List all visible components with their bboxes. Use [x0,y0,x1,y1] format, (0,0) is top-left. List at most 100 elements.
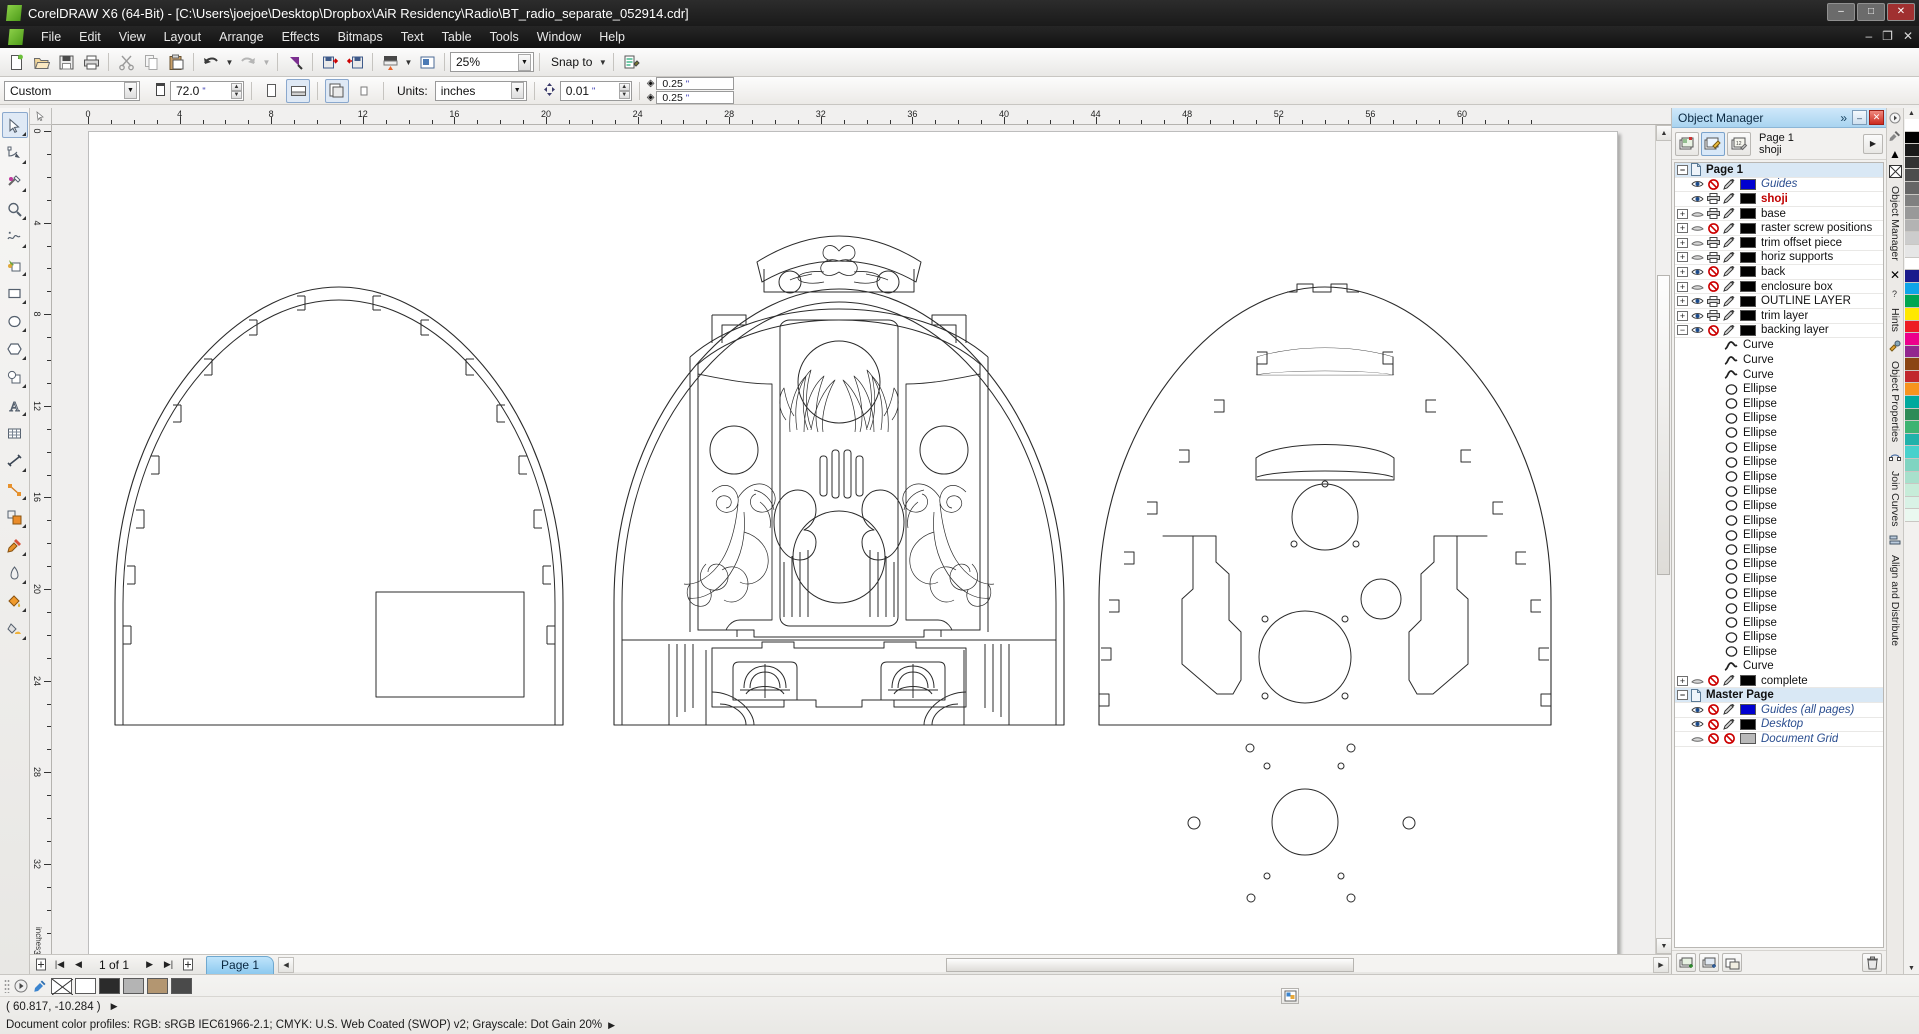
menu-help[interactable]: Help [590,28,634,46]
object-row[interactable]: Ellipse [1675,630,1883,645]
show-object-properties-button[interactable] [1675,131,1699,156]
paste-icon[interactable] [164,50,188,74]
dimension-tool[interactable] [2,448,28,474]
blend-tool[interactable] [2,504,28,530]
menu-arrange[interactable]: Arrange [210,28,272,46]
page-expand-toggle[interactable]: − [1677,164,1688,175]
palette-color-swatch[interactable] [1904,307,1919,321]
master-layer-row[interactable]: Document Grid [1675,732,1883,747]
palette-color-swatch[interactable] [1904,270,1919,283]
object-name[interactable]: Ellipse [1743,617,1777,629]
object-name[interactable]: Ellipse [1743,456,1777,468]
redo-icon[interactable] [236,50,260,74]
smart-fill-tool[interactable] [2,252,28,278]
edit-across-layers-button[interactable] [1701,131,1725,156]
layer-name[interactable]: backing layer [1761,324,1829,336]
add-page-after-button[interactable] [179,956,196,973]
layer-editable-icon[interactable] [1722,178,1737,190]
layer-color-swatch[interactable] [1740,251,1756,263]
docker-close-button[interactable]: ✕ [1869,110,1884,125]
palette-color-swatch[interactable] [1904,433,1919,447]
tab-object-properties[interactable]: Object Properties [1889,357,1901,446]
minimize-button[interactable]: – [1827,3,1855,21]
layer-color-swatch[interactable] [1740,193,1756,205]
scroll-left-button[interactable]: ◀ [278,956,295,973]
layer-editable-icon[interactable] [1722,208,1737,220]
object-name[interactable]: Ellipse [1743,588,1777,600]
layer-editable-icon[interactable] [1722,733,1737,745]
pick-tool[interactable] [1,112,28,138]
connector-tool[interactable] [2,476,28,502]
layer-editable-icon[interactable] [1722,295,1737,307]
docker-collapse-icon[interactable] [1888,110,1903,125]
layer-name[interactable]: Guides [1761,178,1797,190]
layer-visibility-icon[interactable] [1690,251,1705,263]
object-row[interactable]: Ellipse [1675,601,1883,616]
layer-color-swatch[interactable] [1740,324,1756,336]
layer-name[interactable]: back [1761,266,1785,278]
palette-color-swatch[interactable] [1904,370,1919,384]
layer-expand-toggle[interactable]: + [1677,223,1688,234]
color-eyedropper-tool[interactable] [2,532,28,558]
scroll-up-button[interactable]: ▲ [1656,125,1672,141]
layer-row[interactable]: + OUTLINE LAYER [1675,294,1883,309]
freehand-tool[interactable] [2,224,28,250]
docker-options-flyout-button[interactable]: ▶ [1863,133,1883,154]
object-row[interactable]: Ellipse [1675,557,1883,572]
object-name[interactable]: Ellipse [1743,529,1777,541]
layer-editable-icon[interactable] [1722,675,1737,687]
palette-color-swatch[interactable] [1904,333,1919,346]
object-name[interactable]: Ellipse [1743,471,1777,483]
shape-tool[interactable] [2,140,28,166]
horizontal-ruler[interactable]: 0 4 8 12 16 20 24 28 32 36 40 44 48 52 56 60 [52,108,1655,125]
page-preset-combo[interactable]: Custom ▼ [4,80,140,101]
layer-color-swatch[interactable] [1740,733,1756,745]
eyedropper-icon[interactable] [1888,128,1903,143]
layer-visibility-icon[interactable] [1690,193,1705,205]
object-name[interactable]: Ellipse [1743,602,1777,614]
layer-name[interactable]: Guides (all pages) [1761,704,1854,716]
object-name[interactable]: Ellipse [1743,485,1777,497]
basic-shapes-tool[interactable] [2,364,28,390]
document-close-button[interactable]: ✕ [1903,29,1913,43]
layer-name[interactable]: Document Grid [1761,733,1838,745]
layer-printable-icon[interactable] [1706,193,1721,205]
scroll-up-tab-icon[interactable]: ▲ [1888,146,1903,161]
palette-color-swatch[interactable] [1904,446,1919,460]
layer-editable-icon[interactable] [1722,237,1737,249]
save-document-icon[interactable] [54,50,78,74]
docker-expand-icon[interactable]: » [1837,111,1850,125]
layer-name[interactable]: enclosure box [1761,281,1833,293]
object-row[interactable]: Ellipse [1675,499,1883,514]
object-name[interactable]: Ellipse [1743,646,1777,658]
palette-color-swatch[interactable] [1904,509,1919,522]
join-curves-tab-icon[interactable] [1888,449,1903,464]
palette-color-swatch[interactable] [1904,131,1919,145]
object-name[interactable]: Ellipse [1743,544,1777,556]
object-name[interactable]: Ellipse [1743,515,1777,527]
layer-printable-icon[interactable] [1706,733,1721,745]
units-combo[interactable]: inches ▼ [434,80,527,101]
add-page-before-button[interactable] [32,956,49,973]
object-properties-tab-icon[interactable] [1888,339,1903,354]
object-row[interactable]: Ellipse [1675,440,1883,455]
layer-color-swatch[interactable] [1740,675,1756,687]
layer-visibility-icon[interactable] [1690,295,1705,307]
palette-color-swatch[interactable] [1904,119,1919,132]
object-row[interactable]: Curve [1675,659,1883,674]
document-window-controls[interactable]: – ❐ ✕ [1865,29,1913,43]
document-minimize-button[interactable]: – [1865,29,1872,43]
document-restore-button[interactable]: ❐ [1882,29,1893,43]
delete-layer-button[interactable] [1862,953,1882,972]
palette-color-swatch[interactable] [1904,408,1919,422]
zoom-tool[interactable] [2,196,28,222]
menu-bitmaps[interactable]: Bitmaps [329,28,392,46]
object-name[interactable]: Ellipse [1743,442,1777,454]
snap-to-dropdown-icon[interactable]: ▼ [597,51,608,73]
layer-color-swatch[interactable] [1740,310,1756,322]
window-controls[interactable]: – □ ✕ [1827,3,1915,21]
cursor-expand-arrow[interactable]: ▶ [111,1001,118,1012]
layer-row[interactable]: − backing layer [1675,324,1883,339]
apply-to-current-page-button[interactable] [352,79,376,103]
layer-color-swatch[interactable] [1740,281,1756,293]
